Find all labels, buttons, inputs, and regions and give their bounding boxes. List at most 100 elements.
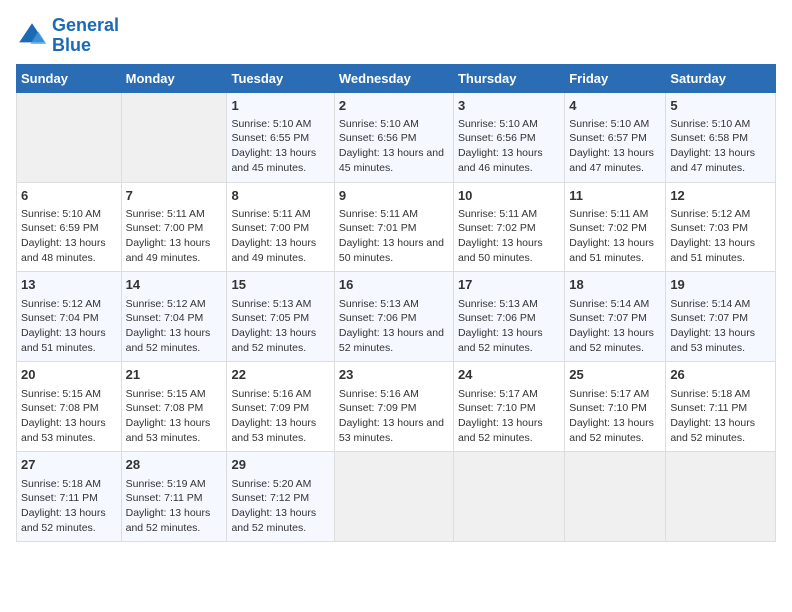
day-number: 1 — [231, 97, 329, 115]
day-number: 26 — [670, 366, 771, 384]
calendar-cell: 2 Sunrise: 5:10 AMSunset: 6:56 PMDaylight… — [334, 92, 453, 182]
cell-content: Sunrise: 5:12 AMSunset: 7:03 PMDaylight:… — [670, 207, 771, 266]
logo-icon — [16, 20, 48, 52]
day-number: 28 — [126, 456, 223, 474]
calendar-week-row: 6 Sunrise: 5:10 AMSunset: 6:59 PMDaylight… — [17, 182, 776, 272]
calendar-cell: 3 Sunrise: 5:10 AMSunset: 6:56 PMDaylight… — [453, 92, 564, 182]
cell-content: Sunrise: 5:16 AMSunset: 7:09 PMDaylight:… — [231, 387, 329, 446]
cell-content: Sunrise: 5:20 AMSunset: 7:12 PMDaylight:… — [231, 477, 329, 536]
calendar-cell: 10 Sunrise: 5:11 AMSunset: 7:02 PMDayligh… — [453, 182, 564, 272]
cell-content: Sunrise: 5:11 AMSunset: 7:02 PMDaylight:… — [458, 207, 560, 266]
calendar-cell: 4 Sunrise: 5:10 AMSunset: 6:57 PMDaylight… — [565, 92, 666, 182]
weekday-header: Monday — [121, 64, 227, 92]
calendar-cell — [334, 452, 453, 542]
cell-content: Sunrise: 5:12 AMSunset: 7:04 PMDaylight:… — [126, 297, 223, 356]
calendar-cell: 1 Sunrise: 5:10 AMSunset: 6:55 PMDaylight… — [227, 92, 334, 182]
day-number: 16 — [339, 276, 449, 294]
weekday-header: Tuesday — [227, 64, 334, 92]
calendar-cell: 24 Sunrise: 5:17 AMSunset: 7:10 PMDayligh… — [453, 362, 564, 452]
cell-content: Sunrise: 5:12 AMSunset: 7:04 PMDaylight:… — [21, 297, 117, 356]
calendar-cell — [17, 92, 122, 182]
cell-content: Sunrise: 5:11 AMSunset: 7:00 PMDaylight:… — [126, 207, 223, 266]
cell-content: Sunrise: 5:11 AMSunset: 7:02 PMDaylight:… — [569, 207, 661, 266]
day-number: 25 — [569, 366, 661, 384]
calendar-cell: 15 Sunrise: 5:13 AMSunset: 7:05 PMDayligh… — [227, 272, 334, 362]
cell-content: Sunrise: 5:15 AMSunset: 7:08 PMDaylight:… — [126, 387, 223, 446]
cell-content: Sunrise: 5:14 AMSunset: 7:07 PMDaylight:… — [569, 297, 661, 356]
calendar-cell — [666, 452, 776, 542]
calendar-cell: 12 Sunrise: 5:12 AMSunset: 7:03 PMDayligh… — [666, 182, 776, 272]
calendar-week-row: 20 Sunrise: 5:15 AMSunset: 7:08 PMDayligh… — [17, 362, 776, 452]
calendar-cell: 19Sunrise: 5:14 AMSunset: 7:07 PMDayligh… — [666, 272, 776, 362]
day-number: 23 — [339, 366, 449, 384]
calendar-cell: 13 Sunrise: 5:12 AMSunset: 7:04 PMDayligh… — [17, 272, 122, 362]
calendar-cell — [565, 452, 666, 542]
cell-content: Sunrise: 5:15 AMSunset: 7:08 PMDaylight:… — [21, 387, 117, 446]
weekday-header: Sunday — [17, 64, 122, 92]
calendar-cell: 29 Sunrise: 5:20 AMSunset: 7:12 PMDayligh… — [227, 452, 334, 542]
day-number: 7 — [126, 187, 223, 205]
calendar-cell: 25 Sunrise: 5:17 AMSunset: 7:10 PMDayligh… — [565, 362, 666, 452]
cell-content: Sunrise: 5:11 AMSunset: 7:01 PMDaylight:… — [339, 207, 449, 266]
day-number: 13 — [21, 276, 117, 294]
day-number: 19 — [670, 276, 771, 294]
calendar-cell: 21 Sunrise: 5:15 AMSunset: 7:08 PMDayligh… — [121, 362, 227, 452]
day-number: 29 — [231, 456, 329, 474]
calendar-cell: 9 Sunrise: 5:11 AMSunset: 7:01 PMDaylight… — [334, 182, 453, 272]
day-number: 17 — [458, 276, 560, 294]
cell-content: Sunrise: 5:10 AMSunset: 6:55 PMDaylight:… — [231, 117, 329, 176]
calendar-cell: 11 Sunrise: 5:11 AMSunset: 7:02 PMDayligh… — [565, 182, 666, 272]
cell-content: Sunrise: 5:10 AMSunset: 6:58 PMDaylight:… — [670, 117, 771, 176]
cell-content: Sunrise: 5:18 AMSunset: 7:11 PMDaylight:… — [670, 387, 771, 446]
day-number: 8 — [231, 187, 329, 205]
day-number: 3 — [458, 97, 560, 115]
calendar-table: SundayMondayTuesdayWednesdayThursdayFrid… — [16, 64, 776, 543]
weekday-header: Friday — [565, 64, 666, 92]
weekday-header: Thursday — [453, 64, 564, 92]
cell-content: Sunrise: 5:11 AMSunset: 7:00 PMDaylight:… — [231, 207, 329, 266]
calendar-cell: 20 Sunrise: 5:15 AMSunset: 7:08 PMDayligh… — [17, 362, 122, 452]
cell-content: Sunrise: 5:10 AMSunset: 6:56 PMDaylight:… — [339, 117, 449, 176]
day-number: 22 — [231, 366, 329, 384]
calendar-header-row: SundayMondayTuesdayWednesdayThursdayFrid… — [17, 64, 776, 92]
calendar-cell: 8 Sunrise: 5:11 AMSunset: 7:00 PMDaylight… — [227, 182, 334, 272]
calendar-week-row: 13 Sunrise: 5:12 AMSunset: 7:04 PMDayligh… — [17, 272, 776, 362]
calendar-cell: 27Sunrise: 5:18 AMSunset: 7:11 PMDayligh… — [17, 452, 122, 542]
logo: General Blue — [16, 16, 119, 56]
cell-content: Sunrise: 5:16 AMSunset: 7:09 PMDaylight:… — [339, 387, 449, 446]
day-number: 9 — [339, 187, 449, 205]
logo-text: General Blue — [52, 16, 119, 56]
cell-content: Sunrise: 5:10 AMSunset: 6:56 PMDaylight:… — [458, 117, 560, 176]
calendar-cell: 18 Sunrise: 5:14 AMSunset: 7:07 PMDayligh… — [565, 272, 666, 362]
cell-content: Sunrise: 5:10 AMSunset: 6:59 PMDaylight:… — [21, 207, 117, 266]
calendar-cell: 16 Sunrise: 5:13 AMSunset: 7:06 PMDayligh… — [334, 272, 453, 362]
cell-content: Sunrise: 5:19 AMSunset: 7:11 PMDaylight:… — [126, 477, 223, 536]
day-number: 15 — [231, 276, 329, 294]
cell-content: Sunrise: 5:13 AMSunset: 7:06 PMDaylight:… — [458, 297, 560, 356]
calendar-cell: 14Sunrise: 5:12 AMSunset: 7:04 PMDayligh… — [121, 272, 227, 362]
calendar-cell: 22 Sunrise: 5:16 AMSunset: 7:09 PMDayligh… — [227, 362, 334, 452]
day-number: 18 — [569, 276, 661, 294]
cell-content: Sunrise: 5:17 AMSunset: 7:10 PMDaylight:… — [569, 387, 661, 446]
calendar-week-row: 1 Sunrise: 5:10 AMSunset: 6:55 PMDaylight… — [17, 92, 776, 182]
day-number: 4 — [569, 97, 661, 115]
calendar-week-row: 27Sunrise: 5:18 AMSunset: 7:11 PMDayligh… — [17, 452, 776, 542]
day-number: 21 — [126, 366, 223, 384]
weekday-header: Wednesday — [334, 64, 453, 92]
day-number: 24 — [458, 366, 560, 384]
cell-content: Sunrise: 5:13 AMSunset: 7:06 PMDaylight:… — [339, 297, 449, 356]
day-number: 6 — [21, 187, 117, 205]
day-number: 12 — [670, 187, 771, 205]
day-number: 2 — [339, 97, 449, 115]
calendar-cell — [453, 452, 564, 542]
cell-content: Sunrise: 5:13 AMSunset: 7:05 PMDaylight:… — [231, 297, 329, 356]
day-number: 10 — [458, 187, 560, 205]
calendar-cell: 17 Sunrise: 5:13 AMSunset: 7:06 PMDayligh… — [453, 272, 564, 362]
cell-content: Sunrise: 5:10 AMSunset: 6:57 PMDaylight:… — [569, 117, 661, 176]
weekday-header: Saturday — [666, 64, 776, 92]
calendar-cell: 28 Sunrise: 5:19 AMSunset: 7:11 PMDayligh… — [121, 452, 227, 542]
day-number: 11 — [569, 187, 661, 205]
day-number: 20 — [21, 366, 117, 384]
header: General Blue — [16, 16, 776, 56]
cell-content: Sunrise: 5:17 AMSunset: 7:10 PMDaylight:… — [458, 387, 560, 446]
